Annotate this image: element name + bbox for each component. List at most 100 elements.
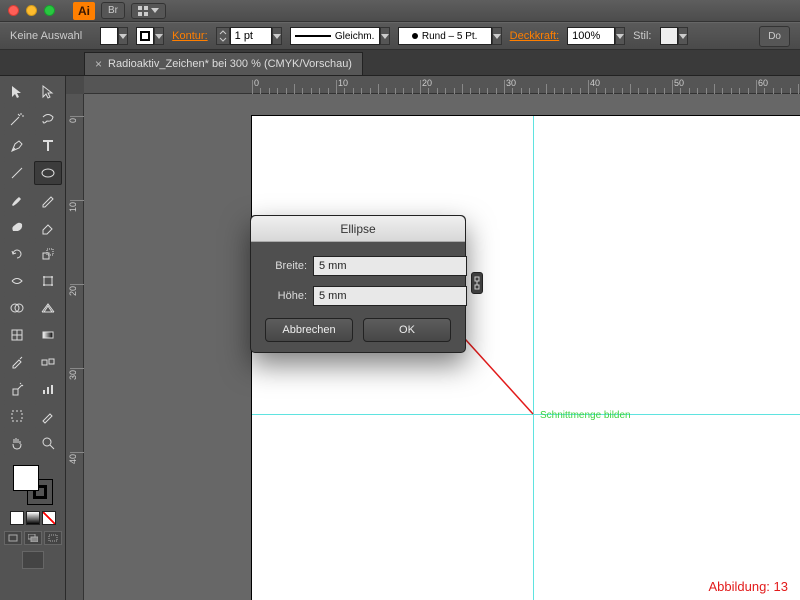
document-setup-button[interactable]: Do [759, 26, 790, 47]
zoom-tool[interactable] [34, 431, 62, 455]
paintbrush-tool[interactable] [3, 188, 31, 212]
screen-mode-button[interactable] [22, 551, 44, 569]
fill-stroke-indicator[interactable] [13, 465, 53, 505]
stroke-swatch[interactable] [136, 27, 154, 45]
stroke-weight-stepper[interactable] [216, 27, 230, 45]
selection-tool[interactable] [3, 80, 31, 104]
ok-button[interactable]: OK [363, 318, 451, 342]
chevron-down-icon [151, 8, 159, 13]
minimize-window-button[interactable] [26, 5, 37, 16]
arrange-documents-button[interactable] [131, 3, 166, 19]
eyedropper-tool[interactable] [3, 350, 31, 374]
ellipse-tool[interactable] [34, 161, 62, 185]
opacity-dropdown[interactable] [615, 27, 625, 45]
symbol-sprayer-tool[interactable] [3, 377, 31, 401]
maximize-window-button[interactable] [44, 5, 55, 16]
width-input[interactable] [313, 256, 467, 276]
draw-normal[interactable] [4, 531, 22, 545]
control-bar: Keine Auswahl Kontur: Gleichm. Rund – 5 … [0, 22, 800, 50]
height-label: Höhe: [265, 290, 307, 302]
figure-caption: Abbildung: 13 [708, 579, 788, 594]
color-mode-row [10, 511, 56, 525]
width-label: Breite: [265, 260, 307, 272]
rotate-tool[interactable] [3, 242, 31, 266]
graphic-style-swatch[interactable] [660, 27, 678, 45]
window-controls [8, 5, 55, 16]
horizontal-guide[interactable] [252, 414, 800, 415]
blob-brush-tool[interactable] [3, 215, 31, 239]
height-input[interactable] [313, 286, 467, 306]
brush-dropdown[interactable] [492, 27, 502, 45]
grid-icon [138, 6, 148, 16]
draw-behind[interactable] [24, 531, 42, 545]
stroke-profile-select[interactable]: Gleichm. [290, 27, 380, 45]
vertical-guide[interactable] [533, 116, 534, 600]
smart-guide-label: Schnittmenge bilden [540, 410, 631, 421]
horizontal-ruler[interactable]: 010203040506070 [84, 76, 800, 94]
chevron-down-icon [616, 34, 624, 39]
stroke-weight-dropdown[interactable] [272, 27, 282, 45]
chevron-down-icon [493, 34, 501, 39]
document-tab-strip: × Radioaktiv_Zeichen* bei 300 % (CMYK/Vo… [0, 50, 800, 76]
chevron-down-icon [155, 34, 163, 39]
width-tool[interactable] [3, 269, 31, 293]
draw-mode-row [4, 531, 62, 545]
artboard-tool[interactable] [3, 404, 31, 428]
direct-selection-tool[interactable] [34, 80, 62, 104]
pen-tool[interactable] [3, 134, 31, 158]
magic-wand-tool[interactable] [3, 107, 31, 131]
stepper-icon [219, 30, 227, 42]
lasso-tool[interactable] [34, 107, 62, 131]
stroke-profile-dropdown[interactable] [380, 27, 390, 45]
link-icon [472, 276, 482, 290]
fill-swatch[interactable] [100, 27, 118, 45]
draw-inside[interactable] [44, 531, 62, 545]
graphic-style-dropdown[interactable] [678, 27, 688, 45]
style-label: Stil: [633, 30, 651, 42]
dialog-title: Ellipse [251, 216, 465, 242]
document-tab[interactable]: × Radioaktiv_Zeichen* bei 300 % (CMYK/Vo… [84, 52, 363, 75]
opacity-input[interactable] [567, 27, 615, 45]
bridge-button[interactable]: Br [101, 2, 125, 19]
perspective-grid-tool[interactable] [34, 296, 62, 320]
chevron-down-icon [381, 34, 389, 39]
close-window-button[interactable] [8, 5, 19, 16]
window-titlebar: Ai Br [0, 0, 800, 22]
eraser-tool[interactable] [34, 215, 62, 239]
artboard[interactable]: Schnittmenge bilden [252, 116, 800, 600]
cancel-button[interactable]: Abbrechen [265, 318, 353, 342]
vertical-ruler[interactable]: 010203040 [66, 94, 84, 600]
color-mode-color[interactable] [10, 511, 24, 525]
type-tool[interactable] [34, 134, 62, 158]
hand-tool[interactable] [3, 431, 31, 455]
opacity-panel-link[interactable]: Deckkraft: [510, 30, 560, 42]
brush-label: Rund – 5 Pt. [422, 31, 478, 42]
color-mode-none[interactable] [42, 511, 56, 525]
stroke-line-preview [295, 35, 331, 37]
chevron-down-icon [119, 34, 127, 39]
free-transform-tool[interactable] [34, 269, 62, 293]
blend-tool[interactable] [34, 350, 62, 374]
fill-swatch-dropdown[interactable] [118, 27, 128, 45]
line-tool[interactable] [3, 161, 31, 185]
slice-tool[interactable] [34, 404, 62, 428]
document-tab-label: Radioaktiv_Zeichen* bei 300 % (CMYK/Vors… [108, 58, 352, 70]
stroke-panel-link[interactable]: Kontur: [172, 30, 207, 42]
brush-select[interactable]: Rund – 5 Pt. [398, 27, 492, 45]
selection-status: Keine Auswahl [10, 30, 82, 42]
pencil-tool[interactable] [34, 188, 62, 212]
tools-panel [0, 76, 66, 600]
stroke-weight-input[interactable] [230, 27, 272, 45]
chevron-down-icon [679, 34, 687, 39]
app-logo: Ai [73, 2, 95, 20]
stroke-swatch-dropdown[interactable] [154, 27, 164, 45]
shape-builder-tool[interactable] [3, 296, 31, 320]
mesh-tool[interactable] [3, 323, 31, 347]
fill-indicator[interactable] [13, 465, 39, 491]
close-tab-icon[interactable]: × [95, 57, 102, 71]
gradient-tool[interactable] [34, 323, 62, 347]
color-mode-gradient[interactable] [26, 511, 40, 525]
scale-tool[interactable] [34, 242, 62, 266]
column-graph-tool[interactable] [34, 377, 62, 401]
constrain-proportions-button[interactable] [471, 272, 483, 294]
